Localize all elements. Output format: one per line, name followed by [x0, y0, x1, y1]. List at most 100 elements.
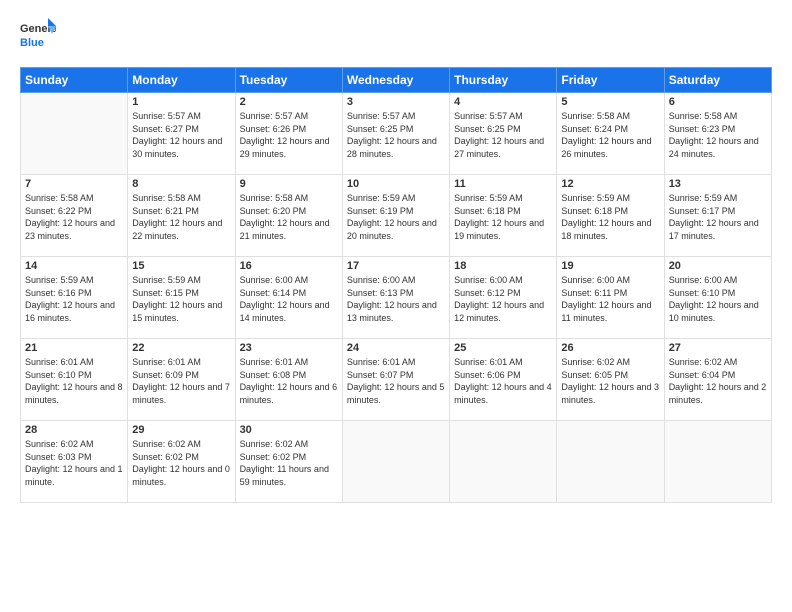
calendar-cell: 12 Sunrise: 5:59 AMSunset: 6:18 PMDayligh… [557, 175, 664, 257]
day-number: 14 [25, 260, 123, 272]
logo-svg: General Blue [20, 16, 56, 52]
calendar-cell: 10Sunrise: 5:59 AMSunset: 6:19 PMDayligh… [342, 175, 449, 257]
weekday-header-wednesday: Wednesday [342, 68, 449, 93]
weekday-header-tuesday: Tuesday [235, 68, 342, 93]
calendar-cell: 19 Sunrise: 6:00 AMSunset: 6:11 PMDayligh… [557, 257, 664, 339]
day-number: 28 [25, 424, 123, 436]
day-info: Sunrise: 6:01 AMSunset: 6:10 PMDaylight:… [25, 356, 123, 406]
day-number: 7 [25, 178, 123, 190]
calendar-cell: 30Sunrise: 6:02 AMSunset: 6:02 PMDayligh… [235, 421, 342, 503]
calendar-cell: 20 Sunrise: 6:00 AMSunset: 6:10 PMDayligh… [664, 257, 771, 339]
day-number: 20 [669, 260, 767, 272]
day-number: 16 [240, 260, 338, 272]
calendar-cell: 26 Sunrise: 6:02 AMSunset: 6:05 PMDayligh… [557, 339, 664, 421]
day-number: 5 [561, 96, 659, 108]
day-number: 22 [132, 342, 230, 354]
day-info: Sunrise: 5:59 AMSunset: 6:18 PMDaylight:… [561, 192, 659, 242]
calendar-cell: 16 Sunrise: 6:00 AMSunset: 6:14 PMDayligh… [235, 257, 342, 339]
calendar-cell: 27 Sunrise: 6:02 AMSunset: 6:04 PMDayligh… [664, 339, 771, 421]
day-number: 8 [132, 178, 230, 190]
day-info: Sunrise: 6:00 AMSunset: 6:10 PMDaylight:… [669, 274, 767, 324]
weekday-header-thursday: Thursday [450, 68, 557, 93]
day-info: Sunrise: 6:02 AMSunset: 6:05 PMDaylight:… [561, 356, 659, 406]
day-number: 11 [454, 178, 552, 190]
calendar-cell: 15 Sunrise: 5:59 AMSunset: 6:15 PMDayligh… [128, 257, 235, 339]
calendar-table: SundayMondayTuesdayWednesdayThursdayFrid… [20, 67, 772, 503]
day-number: 3 [347, 96, 445, 108]
day-info: Sunrise: 6:02 AMSunset: 6:03 PMDaylight:… [25, 438, 123, 488]
logo: General Blue [20, 16, 60, 57]
weekday-header-friday: Friday [557, 68, 664, 93]
day-number: 1 [132, 96, 230, 108]
calendar-cell: 24 Sunrise: 6:01 AMSunset: 6:07 PMDayligh… [342, 339, 449, 421]
day-info: Sunrise: 6:01 AMSunset: 6:06 PMDaylight:… [454, 356, 552, 406]
day-info: Sunrise: 5:59 AMSunset: 6:19 PMDaylight:… [347, 192, 445, 242]
calendar-week-row: 7 Sunrise: 5:58 AMSunset: 6:22 PMDaylight… [21, 175, 772, 257]
day-number: 17 [347, 260, 445, 272]
calendar-cell: 22 Sunrise: 6:01 AMSunset: 6:09 PMDayligh… [128, 339, 235, 421]
day-info: Sunrise: 6:00 AMSunset: 6:14 PMDaylight:… [240, 274, 338, 324]
day-info: Sunrise: 5:59 AMSunset: 6:18 PMDaylight:… [454, 192, 552, 242]
day-info: Sunrise: 5:57 AMSunset: 6:27 PMDaylight:… [132, 110, 230, 160]
day-number: 9 [240, 178, 338, 190]
day-number: 25 [454, 342, 552, 354]
calendar-cell: 5 Sunrise: 5:58 AMSunset: 6:24 PMDaylight… [557, 93, 664, 175]
calendar-cell [450, 421, 557, 503]
day-number: 21 [25, 342, 123, 354]
day-number: 12 [561, 178, 659, 190]
day-info: Sunrise: 6:02 AMSunset: 6:02 PMDaylight:… [132, 438, 230, 488]
day-number: 15 [132, 260, 230, 272]
day-info: Sunrise: 5:59 AMSunset: 6:16 PMDaylight:… [25, 274, 123, 324]
logo-container: General Blue [20, 16, 60, 57]
day-info: Sunrise: 6:01 AMSunset: 6:08 PMDaylight:… [240, 356, 338, 406]
day-number: 4 [454, 96, 552, 108]
weekday-header-saturday: Saturday [664, 68, 771, 93]
day-info: Sunrise: 5:57 AMSunset: 6:26 PMDaylight:… [240, 110, 338, 160]
day-number: 18 [454, 260, 552, 272]
logo-graphic: General Blue [20, 16, 56, 57]
calendar-cell: 9 Sunrise: 5:58 AMSunset: 6:20 PMDaylight… [235, 175, 342, 257]
calendar-cell: 28 Sunrise: 6:02 AMSunset: 6:03 PMDayligh… [21, 421, 128, 503]
day-info: Sunrise: 6:01 AMSunset: 6:07 PMDaylight:… [347, 356, 445, 406]
day-info: Sunrise: 5:57 AMSunset: 6:25 PMDaylight:… [454, 110, 552, 160]
day-number: 27 [669, 342, 767, 354]
day-info: Sunrise: 6:02 AMSunset: 6:04 PMDaylight:… [669, 356, 767, 406]
day-info: Sunrise: 5:58 AMSunset: 6:20 PMDaylight:… [240, 192, 338, 242]
weekday-header-sunday: Sunday [21, 68, 128, 93]
calendar-cell: 4 Sunrise: 5:57 AMSunset: 6:25 PMDaylight… [450, 93, 557, 175]
day-info: Sunrise: 6:00 AMSunset: 6:12 PMDaylight:… [454, 274, 552, 324]
calendar-cell: 14 Sunrise: 5:59 AMSunset: 6:16 PMDayligh… [21, 257, 128, 339]
calendar-week-row: 14 Sunrise: 5:59 AMSunset: 6:16 PMDayligh… [21, 257, 772, 339]
day-info: Sunrise: 5:58 AMSunset: 6:23 PMDaylight:… [669, 110, 767, 160]
day-number: 6 [669, 96, 767, 108]
calendar-cell: 18 Sunrise: 6:00 AMSunset: 6:12 PMDayligh… [450, 257, 557, 339]
calendar-cell [21, 93, 128, 175]
day-info: Sunrise: 5:59 AMSunset: 6:17 PMDaylight:… [669, 192, 767, 242]
calendar-week-row: 21 Sunrise: 6:01 AMSunset: 6:10 PMDayligh… [21, 339, 772, 421]
calendar-cell: 7 Sunrise: 5:58 AMSunset: 6:22 PMDaylight… [21, 175, 128, 257]
day-number: 26 [561, 342, 659, 354]
day-info: Sunrise: 5:58 AMSunset: 6:22 PMDaylight:… [25, 192, 123, 242]
calendar-week-row: 1 Sunrise: 5:57 AMSunset: 6:27 PMDaylight… [21, 93, 772, 175]
calendar-cell: 3Sunrise: 5:57 AMSunset: 6:25 PMDaylight… [342, 93, 449, 175]
day-number: 30 [240, 424, 338, 436]
day-number: 2 [240, 96, 338, 108]
day-number: 13 [669, 178, 767, 190]
calendar-cell: 29 Sunrise: 6:02 AMSunset: 6:02 PMDayligh… [128, 421, 235, 503]
day-info: Sunrise: 5:58 AMSunset: 6:24 PMDaylight:… [561, 110, 659, 160]
calendar-cell: 23Sunrise: 6:01 AMSunset: 6:08 PMDayligh… [235, 339, 342, 421]
day-number: 19 [561, 260, 659, 272]
calendar-week-row: 28 Sunrise: 6:02 AMSunset: 6:03 PMDayligh… [21, 421, 772, 503]
day-number: 24 [347, 342, 445, 354]
calendar-cell: 2 Sunrise: 5:57 AMSunset: 6:26 PMDaylight… [235, 93, 342, 175]
calendar-cell: 8 Sunrise: 5:58 AMSunset: 6:21 PMDaylight… [128, 175, 235, 257]
day-info: Sunrise: 5:59 AMSunset: 6:15 PMDaylight:… [132, 274, 230, 324]
calendar-cell: 17Sunrise: 6:00 AMSunset: 6:13 PMDayligh… [342, 257, 449, 339]
svg-text:Blue: Blue [20, 37, 44, 49]
day-number: 29 [132, 424, 230, 436]
day-info: Sunrise: 6:01 AMSunset: 6:09 PMDaylight:… [132, 356, 230, 406]
day-info: Sunrise: 6:00 AMSunset: 6:11 PMDaylight:… [561, 274, 659, 324]
calendar-cell: 6 Sunrise: 5:58 AMSunset: 6:23 PMDaylight… [664, 93, 771, 175]
day-info: Sunrise: 5:58 AMSunset: 6:21 PMDaylight:… [132, 192, 230, 242]
calendar-header-row: SundayMondayTuesdayWednesdayThursdayFrid… [21, 68, 772, 93]
